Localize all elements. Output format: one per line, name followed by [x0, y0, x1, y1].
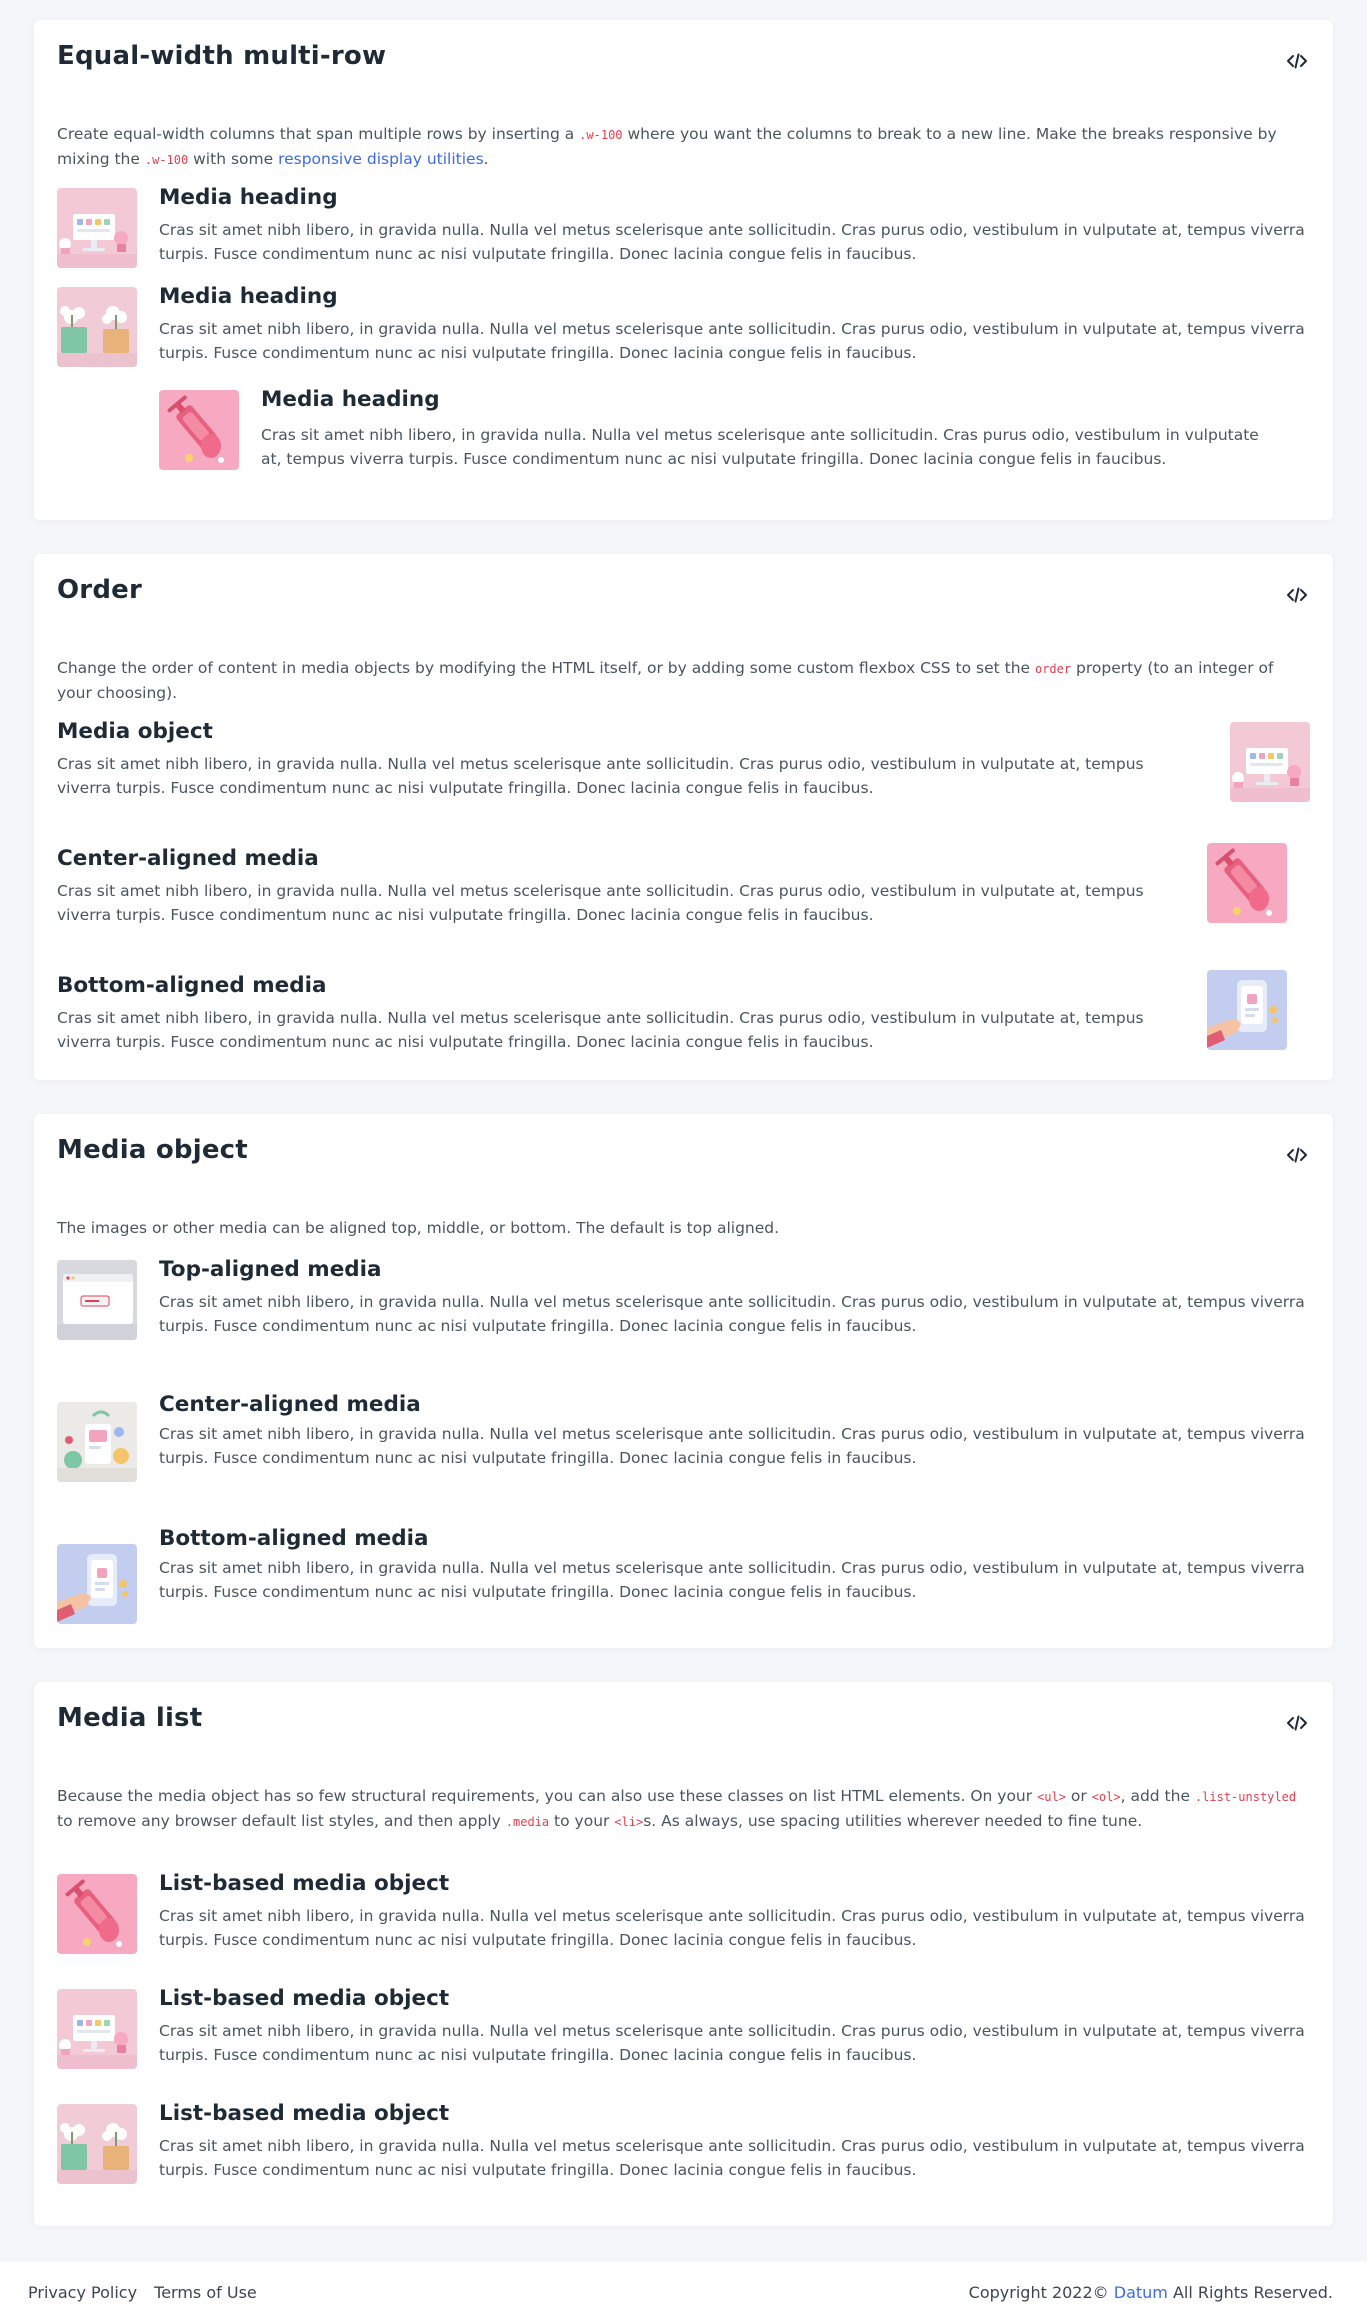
media-text: Cras sit amet nibh libero, in gravida nu…	[159, 1559, 1305, 1601]
card-description: Because the media object has so few stru…	[57, 1784, 1303, 1834]
card-title: Order	[57, 575, 142, 605]
footer-links: Privacy Policy Terms of Use	[28, 2283, 269, 2302]
card-header: Equal-width multi-row	[57, 20, 1310, 100]
code-toggle-icon[interactable]	[1284, 48, 1310, 74]
media-item: Media heading Cras sit amet nibh libero,…	[57, 284, 1307, 367]
card-equal-width-multi-row: Equal-width multi-row Create equal-width…	[34, 20, 1333, 520]
media-text: Cras sit amet nibh libero, in gravida nu…	[57, 755, 1144, 797]
desc-text: Create equal-width columns that span mul…	[57, 125, 580, 143]
desk-illustration-image	[1230, 722, 1310, 802]
inline-code: .list-unstyled	[1194, 1790, 1297, 1804]
inline-code: <li>	[614, 1815, 644, 1829]
copyright-text: Copyright 2022©	[968, 2283, 1114, 2302]
card-header: Media object	[57, 1114, 1310, 1194]
media-heading: Media object	[57, 719, 213, 744]
media-heading: Top-aligned media	[159, 1257, 382, 1282]
card-description: Change the order of content in media obj…	[57, 656, 1303, 705]
footer: Privacy Policy Terms of Use Copyright 20…	[0, 2262, 1367, 2319]
media-item: Top-aligned media Cras sit amet nibh lib…	[57, 1257, 1307, 1340]
media-text: Cras sit amet nibh libero, in gravida nu…	[159, 1425, 1305, 1467]
syringe-illustration-image	[1207, 843, 1287, 923]
browser-window-illustration-image	[57, 1260, 137, 1340]
card-media-list: Media list Because the media object has …	[34, 1682, 1333, 2226]
card-title: Media object	[57, 1135, 248, 1165]
flower-pots-illustration-image	[57, 287, 137, 367]
media-heading: List-based media object	[159, 2101, 450, 2126]
desc-text: s. As always, use spacing utilities wher…	[643, 1812, 1143, 1830]
phone-hand-illustration-image	[57, 1544, 137, 1624]
media-text: Cras sit amet nibh libero, in gravida nu…	[261, 426, 1259, 468]
media-item: Center-aligned media Cras sit amet nibh …	[57, 1392, 1307, 1482]
list-item: List-based media object Cras sit amet ni…	[57, 1871, 1307, 1954]
inline-code: .w-100	[579, 128, 623, 142]
card-order: Order Change the order of content in med…	[34, 554, 1333, 1080]
media-item: Bottom-aligned media Cras sit amet nibh …	[57, 1526, 1307, 1626]
inline-code: order	[1034, 662, 1072, 676]
media-heading: Media heading	[159, 284, 338, 309]
media-heading: Center-aligned media	[57, 846, 319, 871]
list-item: List-based media object Cras sit amet ni…	[57, 1986, 1307, 2069]
flower-pots-illustration-image	[57, 2104, 137, 2184]
copyright: Copyright 2022© Datum All Rights Reserve…	[969, 2283, 1333, 2302]
media-item: Bottom-aligned media Cras sit amet nibh …	[57, 976, 1310, 1056]
brand-link[interactable]: Datum	[1114, 2283, 1168, 2302]
privacy-policy-link[interactable]: Privacy Policy	[28, 2283, 137, 2302]
list-item: List-based media object Cras sit amet ni…	[57, 2101, 1307, 2184]
desk-illustration-image	[57, 188, 137, 268]
media-text: Cras sit amet nibh libero, in gravida nu…	[159, 1907, 1305, 1949]
media-heading: Bottom-aligned media	[159, 1526, 429, 1551]
inline-code: .media	[505, 1815, 550, 1829]
media-heading: List-based media object	[159, 1871, 450, 1896]
card-header: Media list	[57, 1682, 1310, 1762]
card-description: Create equal-width columns that span mul…	[57, 122, 1303, 172]
inline-code: <ol>	[1091, 1790, 1121, 1804]
garden-illustration-image	[57, 1402, 137, 1482]
desc-text: to your	[549, 1812, 615, 1830]
media-heading: Media heading	[159, 185, 338, 210]
card-media-object: Media object The images or other media c…	[34, 1114, 1333, 1648]
media-heading: Center-aligned media	[159, 1392, 421, 1417]
media-item: Media object Cras sit amet nibh libero, …	[57, 719, 1310, 802]
media-heading: Bottom-aligned media	[57, 973, 327, 998]
desc-text: , add the	[1120, 1787, 1195, 1805]
media-text: Cras sit amet nibh libero, in gravida nu…	[159, 221, 1305, 263]
card-title: Media list	[57, 1703, 203, 1733]
copyright-text: All Rights Reserved.	[1167, 2283, 1333, 2302]
desc-text: or	[1065, 1787, 1092, 1805]
media-text: Cras sit amet nibh libero, in gravida nu…	[159, 2137, 1305, 2179]
media-item: Media heading Cras sit amet nibh libero,…	[57, 185, 1307, 268]
terms-of-use-link[interactable]: Terms of Use	[154, 2283, 257, 2302]
media-text: Cras sit amet nibh libero, in gravida nu…	[159, 320, 1305, 362]
card-title: Equal-width multi-row	[57, 41, 387, 71]
phone-hand-illustration-image	[1207, 970, 1287, 1050]
syringe-illustration-image	[57, 1874, 137, 1954]
media-heading: List-based media object	[159, 1986, 450, 2011]
desc-text: Change the order of content in media obj…	[57, 659, 1035, 677]
media-text: Cras sit amet nibh libero, in gravida nu…	[57, 882, 1144, 924]
card-description: The images or other media can be aligned…	[57, 1219, 780, 1237]
desc-text: with some	[188, 150, 279, 168]
code-toggle-icon[interactable]	[1284, 1142, 1310, 1168]
desk-illustration-image	[57, 1989, 137, 2069]
responsive-display-utilities-link[interactable]: responsive display utilities	[278, 150, 484, 168]
code-toggle-icon[interactable]	[1284, 582, 1310, 608]
syringe-illustration-image	[159, 390, 239, 470]
media-text: Cras sit amet nibh libero, in gravida nu…	[159, 1293, 1305, 1335]
inline-code: <ul>	[1037, 1790, 1066, 1804]
media-item-nested: Media heading Cras sit amet nibh libero,…	[159, 387, 1309, 500]
desc-text: to remove any browser default list style…	[57, 1812, 506, 1830]
code-toggle-icon[interactable]	[1284, 1710, 1310, 1736]
desc-text: .	[483, 150, 489, 168]
desc-text: Because the media object has so few stru…	[57, 1787, 1038, 1805]
media-text: Cras sit amet nibh libero, in gravida nu…	[159, 2022, 1305, 2064]
card-header: Order	[57, 554, 1310, 634]
inline-code: .w-100	[144, 153, 189, 167]
media-item: Center-aligned media Cras sit amet nibh …	[57, 849, 1310, 929]
media-text: Cras sit amet nibh libero, in gravida nu…	[57, 1009, 1144, 1051]
media-heading: Media heading	[261, 387, 440, 412]
